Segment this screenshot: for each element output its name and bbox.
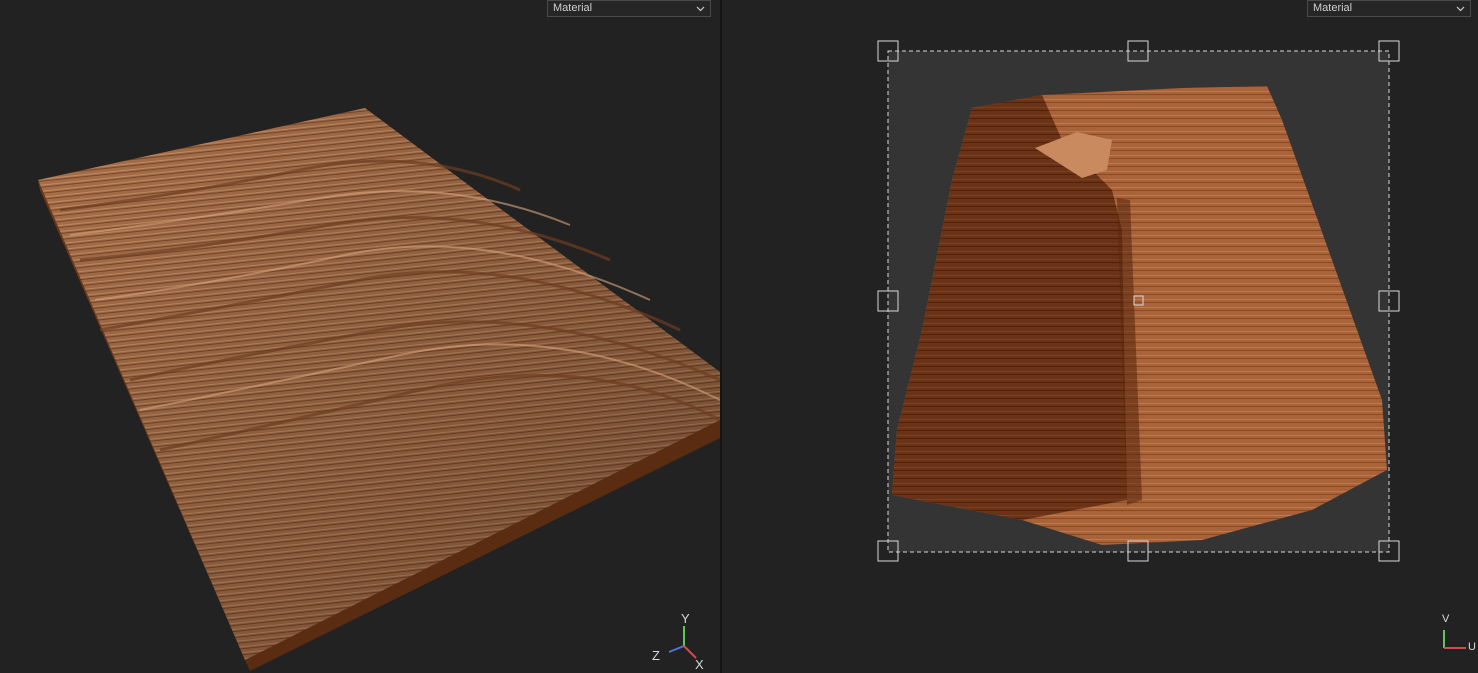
3d-viewport[interactable]: Y Z X Material (0, 0, 720, 673)
u-axis-label: U (1468, 641, 1476, 653)
3d-scene-canvas[interactable] (0, 0, 720, 673)
wood-plank-mesh[interactable] (38, 108, 720, 671)
uv-axis-gizmo (1443, 630, 1466, 649)
axis-gizmo (668, 626, 697, 659)
uv-viewport[interactable]: V U Material (722, 0, 1478, 673)
shading-mode-dropdown-3d[interactable]: Material (547, 0, 711, 17)
y-axis-label: Y (681, 611, 690, 626)
z-axis-label: Z (652, 648, 660, 663)
chevron-down-icon (696, 6, 705, 12)
z-axis-line (668, 645, 685, 653)
v-axis-label: V (1442, 613, 1450, 625)
uv-scene-canvas[interactable] (722, 0, 1478, 673)
shading-mode-value: Material (1313, 2, 1353, 14)
shading-mode-value: Material (553, 2, 593, 14)
chevron-down-icon (1456, 6, 1465, 12)
x-axis-label: X (695, 657, 704, 672)
shading-mode-dropdown-uv[interactable]: Material (1307, 0, 1471, 17)
